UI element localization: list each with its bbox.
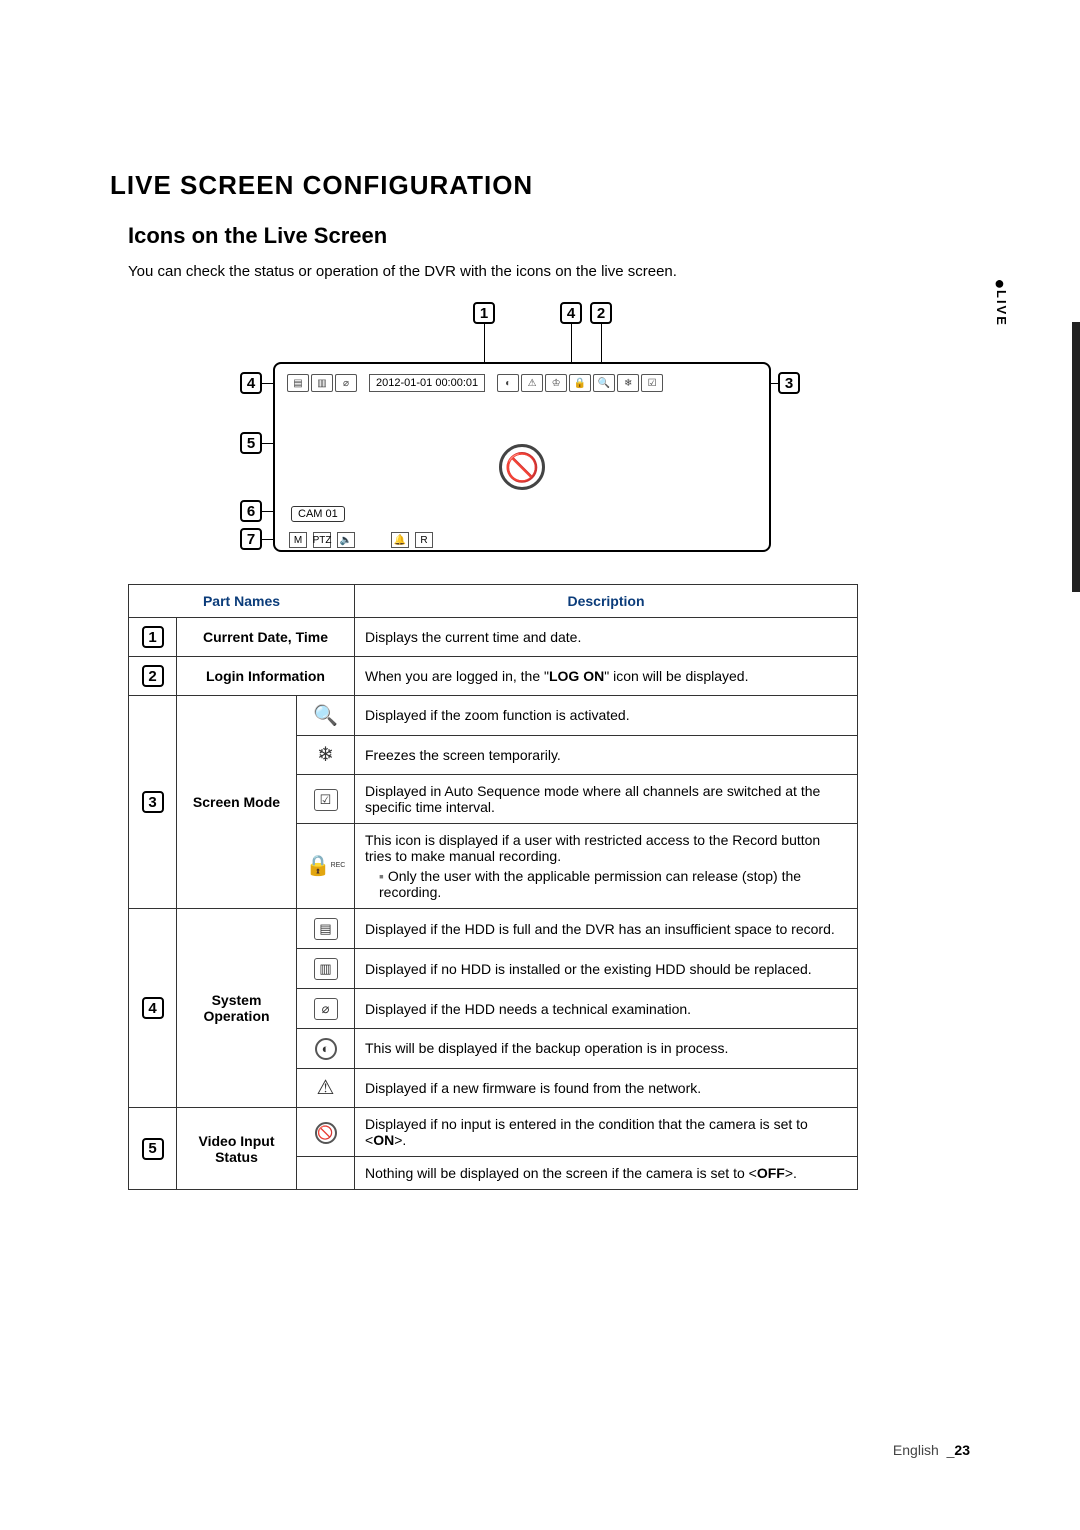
- description-cell: Displayed if a new firmware is found fro…: [355, 1068, 858, 1108]
- freeze-icon: ❄: [617, 374, 639, 392]
- autoseq-icon: ☑: [314, 789, 338, 811]
- rec-lock-icon: 🔒: [569, 374, 591, 392]
- part-name: Current Date, Time: [177, 618, 355, 657]
- icon-cell: ▥: [297, 949, 355, 989]
- icon-cell: ❄: [297, 735, 355, 775]
- icon-cell: 🔒REC: [297, 824, 355, 909]
- ptz-icon: PTZ: [313, 532, 331, 548]
- description-cell: Displayed if the HDD needs a technical e…: [355, 989, 858, 1029]
- audio-icon: 🔈: [337, 532, 355, 548]
- table-row: 2Login InformationWhen you are logged in…: [129, 657, 858, 696]
- zoom-icon: 🔍: [314, 704, 338, 726]
- icon-cell: [297, 1157, 355, 1190]
- callout-5: 5: [240, 432, 262, 454]
- hdd-exam-icon: ⌀: [314, 998, 338, 1020]
- logon-icon: ♔: [545, 374, 567, 392]
- side-tab: ● LIVE: [994, 280, 1022, 330]
- side-tab-label: LIVE: [994, 290, 1009, 327]
- icon-cell: ⌀: [297, 989, 355, 1029]
- description-cell: Displayed in Auto Sequence mode where al…: [355, 775, 858, 824]
- bullet-icon: ●: [994, 280, 1022, 286]
- no-hdd-icon: ▥: [311, 374, 333, 392]
- intro-text: You can check the status or operation of…: [128, 263, 970, 280]
- table-row: 4System Operation▤Displayed if the HDD i…: [129, 909, 858, 949]
- part-name: Login Information: [177, 657, 355, 696]
- table-row: 1Current Date, TimeDisplays the current …: [129, 618, 858, 657]
- callout-6: 6: [240, 500, 262, 522]
- description-cell: Displayed if the zoom function is activa…: [355, 696, 858, 736]
- description-cell: Displayed if no HDD is installed or the …: [355, 949, 858, 989]
- rec-icon: R: [415, 532, 433, 548]
- row-number: 4: [129, 909, 177, 1108]
- hdd-full-icon: ▤: [314, 918, 338, 940]
- parts-header: Part Names: [129, 585, 355, 618]
- autoseq-icon: ☑: [641, 374, 663, 392]
- icon-cell: ⚠: [297, 1068, 355, 1108]
- section-title: LIVE SCREEN CONFIGURATION: [110, 170, 970, 201]
- backup-icon: ◐: [497, 374, 519, 392]
- part-name: Screen Mode: [177, 696, 297, 909]
- description-cell: Displayed if no input is entered in the …: [355, 1108, 858, 1157]
- description-cell: Displays the current time and date.: [355, 618, 858, 657]
- table-row: 5Video Input Status🚫Displayed if no inpu…: [129, 1108, 858, 1157]
- description-cell: Displayed if the HDD is full and the DVR…: [355, 909, 858, 949]
- footer-sep: _: [943, 1442, 955, 1458]
- table-row: 3Screen Mode🔍Displayed if the zoom funct…: [129, 696, 858, 736]
- icon-cell: ◐: [297, 1029, 355, 1069]
- callout-7: 7: [240, 528, 262, 550]
- row-number: 2: [129, 657, 177, 696]
- page-footer: English _23: [893, 1442, 970, 1458]
- row-number: 3: [129, 696, 177, 909]
- camera-label: CAM 01: [291, 506, 345, 522]
- table-header: Part Names Description: [129, 585, 858, 618]
- dvr-screen-frame: ▤ ▥ ⌀ 2012-01-01 00:00:01 ◐ ⚠ ♔ 🔒 🔍 ❄ ☑ …: [273, 362, 771, 552]
- icon-cell: 🔍: [297, 696, 355, 736]
- subsection-title: Icons on the Live Screen: [128, 223, 970, 249]
- footer-lang: English: [893, 1442, 939, 1458]
- icon-cell: ▤: [297, 909, 355, 949]
- callout-4-left: 4: [240, 372, 262, 394]
- desc-header: Description: [355, 585, 858, 618]
- row-number: 1: [129, 618, 177, 657]
- rec-lock-icon: 🔒REC: [314, 855, 338, 877]
- diagram: 1 4 2 4 5 6 7 3 ▤ ▥ ⌀ 2012-01-01 00:00:0…: [128, 300, 952, 560]
- callout-3: 3: [778, 372, 800, 394]
- freeze-icon: ❄: [314, 744, 338, 766]
- no-signal-icon: [499, 444, 545, 490]
- description-cell: Nothing will be displayed on the screen …: [355, 1157, 858, 1190]
- no-hdd-icon: ▥: [314, 958, 338, 980]
- icon-cell: 🚫: [297, 1108, 355, 1157]
- warning-icon: ⚠: [521, 374, 543, 392]
- description-cell: Freezes the screen temporarily.: [355, 735, 858, 775]
- datetime-display: 2012-01-01 00:00:01: [369, 374, 485, 392]
- callout-1: 1: [473, 302, 495, 324]
- page-thumb-bar: [1072, 322, 1080, 592]
- zoom-icon: 🔍: [593, 374, 615, 392]
- description-cell: When you are logged in, the "LOG ON" ico…: [355, 657, 858, 696]
- callout-2: 2: [590, 302, 612, 324]
- description-cell: This will be displayed if the backup ope…: [355, 1029, 858, 1069]
- dvr-toolbar: ▤ ▥ ⌀ 2012-01-01 00:00:01 ◐ ⚠ ♔ 🔒 🔍 ❄ ☑: [287, 372, 757, 394]
- hdd-full-icon: ▤: [287, 374, 309, 392]
- page-number: 23: [954, 1442, 970, 1458]
- part-name: System Operation: [177, 909, 297, 1108]
- hdd-exam-icon: ⌀: [335, 374, 357, 392]
- dvr-bottom-icons: M PTZ 🔈 🔔 R: [289, 532, 433, 548]
- no-signal-icon: 🚫: [315, 1122, 337, 1144]
- firmware-warning-icon: ⚠: [314, 1077, 338, 1099]
- backup-icon: ◐: [315, 1038, 337, 1060]
- row-number: 5: [129, 1108, 177, 1190]
- callout-4-top: 4: [560, 302, 582, 324]
- icon-cell: ☑: [297, 775, 355, 824]
- alarm-icon: 🔔: [391, 532, 409, 548]
- description-cell: This icon is displayed if a user with re…: [355, 824, 858, 909]
- part-name: Video Input Status: [177, 1108, 297, 1190]
- icons-table: Part Names Description 1Current Date, Ti…: [128, 584, 858, 1190]
- motion-icon: M: [289, 532, 307, 548]
